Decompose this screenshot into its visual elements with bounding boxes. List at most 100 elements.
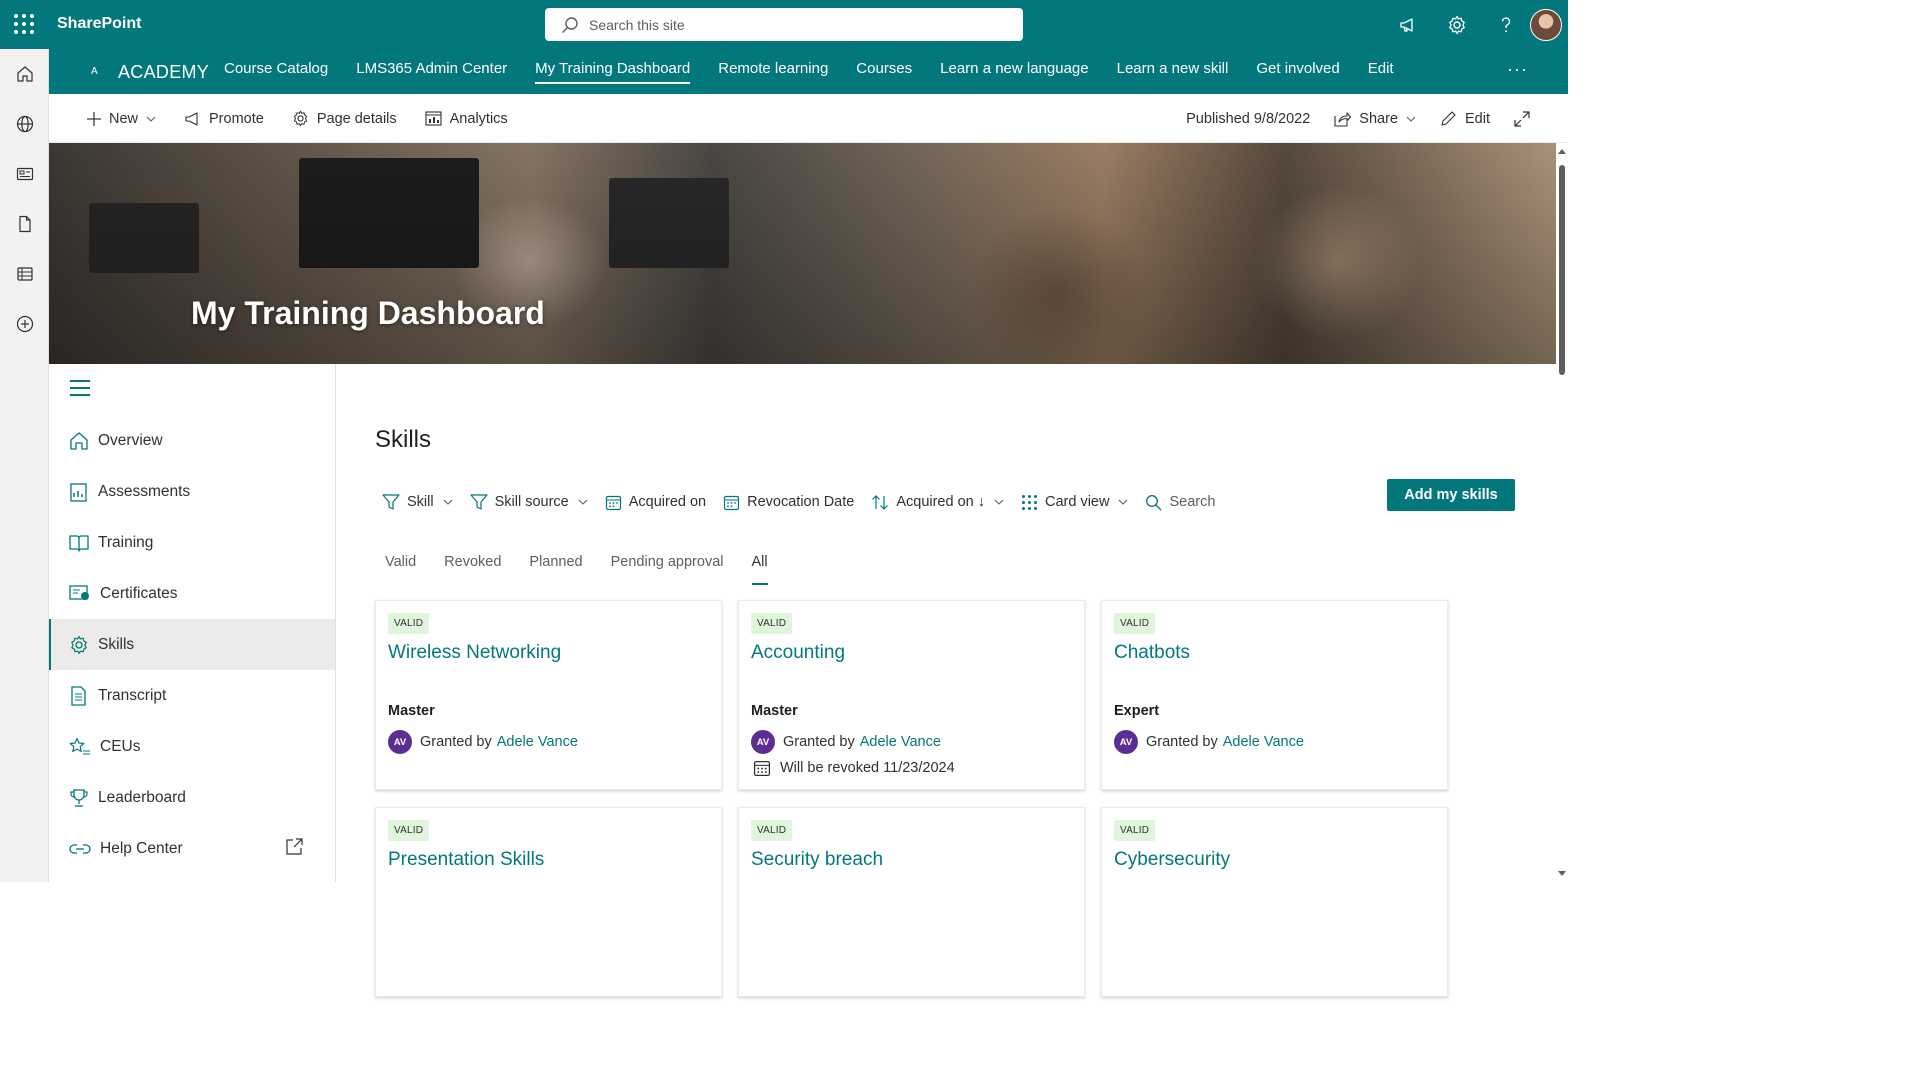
hub-links: Course Catalog LMS365 Admin Center My Tr… — [210, 49, 1408, 94]
share-button[interactable]: Share — [1334, 111, 1416, 127]
nav-item-certificates[interactable]: Certificates — [49, 568, 335, 619]
nav-item-overview[interactable]: Overview — [49, 415, 335, 466]
hub-link-learn-skill[interactable]: Learn a new skill — [1117, 49, 1229, 94]
tab-all[interactable]: All — [751, 554, 768, 585]
app-launcher-icon[interactable] — [14, 14, 34, 34]
page-details-button[interactable]: Page details — [292, 110, 397, 127]
user-avatar[interactable] — [1530, 8, 1562, 41]
view-dropdown[interactable]: Card view — [1021, 494, 1128, 511]
nav-item-help-center[interactable]: Help Center — [49, 823, 335, 874]
skill-level: Master — [388, 703, 435, 719]
revocation-text: Will be revoked 11/23/2024 — [780, 760, 955, 776]
granted-prefix: Granted by — [420, 734, 492, 750]
add-my-skills-button[interactable]: Add my skills — [1387, 479, 1515, 511]
status-badge: VALID — [388, 820, 430, 841]
skill-title[interactable]: Presentation Skills — [388, 849, 709, 871]
edit-button[interactable]: Edit — [1440, 110, 1490, 127]
skill-card[interactable]: VALID Chatbots Expert AV Granted by Adel… — [1101, 600, 1448, 790]
avatar: AV — [388, 730, 412, 754]
acquired-on-filter[interactable]: Acquired on — [605, 494, 706, 511]
left-navigation: Overview Assessments Training Certificat… — [49, 364, 336, 882]
skills-search-input[interactable]: Search — [1145, 494, 1215, 511]
skill-title[interactable]: Security breach — [751, 849, 1072, 871]
help-icon[interactable] — [1481, 0, 1530, 49]
analytics-icon — [425, 111, 442, 126]
nav-label: CEUs — [100, 737, 141, 755]
tab-planned[interactable]: Planned — [529, 554, 582, 584]
nav-item-training[interactable]: Training — [49, 517, 335, 568]
site-title[interactable]: ACADEMY — [118, 62, 209, 83]
nav-label: Help Center — [100, 839, 183, 857]
hub-link-courses[interactable]: Courses — [856, 49, 912, 94]
trophy-icon — [70, 788, 88, 807]
assessment-icon — [70, 482, 87, 502]
external-link-icon[interactable] — [284, 837, 304, 857]
hamburger-menu-icon[interactable] — [70, 380, 90, 396]
status-badge: VALID — [751, 613, 793, 634]
sort-dropdown[interactable]: Acquired on ↓ — [871, 494, 1004, 511]
nav-label: Overview — [98, 431, 163, 449]
skill-source-filter[interactable]: Skill source — [469, 493, 588, 511]
sharepoint-brand[interactable]: SharePoint — [57, 15, 141, 33]
promote-button[interactable]: Promote — [184, 111, 264, 127]
skill-title[interactable]: Cybersecurity — [1114, 849, 1435, 871]
site-logo[interactable]: A — [91, 66, 98, 77]
granted-by-link[interactable]: Adele Vance — [497, 734, 578, 750]
more-icon[interactable]: ··· — [1507, 59, 1528, 80]
globe-icon[interactable] — [0, 99, 49, 149]
nav-item-leaderboard[interactable]: Leaderboard — [49, 772, 335, 823]
avatar: AV — [1114, 730, 1138, 754]
document-icon[interactable] — [0, 199, 49, 249]
skill-card[interactable]: VALID Cybersecurity — [1101, 807, 1448, 997]
nav-item-transcript[interactable]: Transcript — [49, 670, 335, 721]
granted-by-link[interactable]: Adele Vance — [1223, 734, 1304, 750]
hub-link-get-involved[interactable]: Get involved — [1256, 49, 1339, 94]
page-scrollbar[interactable] — [1556, 143, 1568, 882]
scroll-down-arrow[interactable] — [1558, 871, 1566, 876]
skill-title[interactable]: Accounting — [751, 642, 1072, 664]
revocation-date-filter[interactable]: Revocation Date — [723, 494, 854, 511]
skill-card[interactable]: VALID Accounting Master AV Granted by Ad… — [738, 600, 1085, 790]
nav-item-ceus[interactable]: CEUs — [49, 721, 335, 772]
tab-valid[interactable]: Valid — [385, 554, 416, 584]
megaphone-icon[interactable] — [1383, 0, 1432, 49]
home-icon[interactable] — [0, 49, 49, 99]
tab-pending-approval[interactable]: Pending approval — [611, 554, 724, 584]
skill-filter[interactable]: Skill — [382, 493, 453, 511]
skill-title[interactable]: Wireless Networking — [388, 642, 709, 664]
skill-card[interactable]: VALID Wireless Networking Master AV Gran… — [375, 600, 722, 790]
scroll-up-arrow[interactable] — [1558, 149, 1566, 154]
analytics-button[interactable]: Analytics — [425, 111, 508, 127]
hub-link-edit[interactable]: Edit — [1368, 49, 1394, 94]
hub-link-my-training-dashboard[interactable]: My Training Dashboard — [535, 49, 691, 94]
new-button[interactable]: New — [87, 111, 156, 127]
hub-link-course-catalog[interactable]: Course Catalog — [224, 49, 328, 94]
hub-link-learn-language[interactable]: Learn a new language — [940, 49, 1088, 94]
calendar-icon — [724, 495, 740, 510]
skill-card[interactable]: VALID Presentation Skills — [375, 807, 722, 997]
news-icon[interactable] — [0, 149, 49, 199]
skill-title[interactable]: Chatbots — [1114, 642, 1435, 664]
star-list-icon — [69, 737, 90, 754]
hub-link-remote-learning[interactable]: Remote learning — [718, 49, 828, 94]
hub-link-lms365-admin[interactable]: LMS365 Admin Center — [356, 49, 507, 94]
nav-item-skills[interactable]: Skills — [49, 619, 335, 670]
chevron-down-icon — [994, 499, 1004, 505]
tab-revoked[interactable]: Revoked — [444, 554, 501, 584]
chevron-down-icon — [1406, 116, 1416, 122]
scroll-thumb[interactable] — [1559, 165, 1565, 375]
page-banner: My Training Dashboard — [49, 143, 1556, 364]
skills-gear-icon — [71, 635, 87, 654]
nav-item-assessments[interactable]: Assessments — [49, 466, 335, 517]
granted-by-link[interactable]: Adele Vance — [860, 734, 941, 750]
expand-icon[interactable] — [1514, 110, 1538, 127]
site-search-input[interactable]: Search this site — [545, 8, 1023, 41]
published-status: Published 9/8/2022 — [1186, 110, 1311, 127]
skill-card[interactable]: VALID Security breach — [738, 807, 1085, 997]
create-plus-icon[interactable] — [0, 299, 49, 349]
promote-label: Promote — [209, 110, 264, 127]
list-icon[interactable] — [0, 249, 49, 299]
settings-gear-icon[interactable] — [1432, 0, 1481, 49]
calendar-icon — [753, 761, 771, 777]
status-badge: VALID — [1114, 820, 1156, 841]
